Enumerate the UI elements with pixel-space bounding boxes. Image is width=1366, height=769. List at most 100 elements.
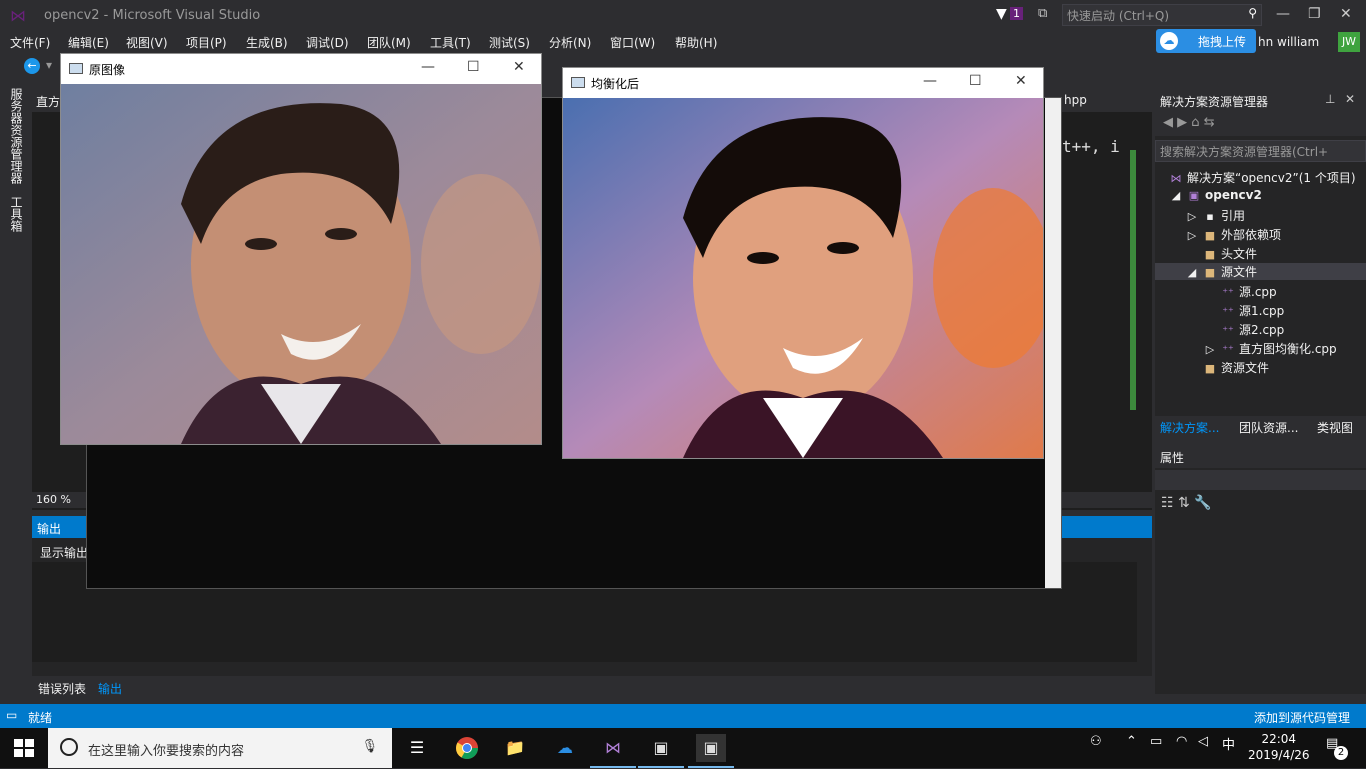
visual-studio-icon[interactable]: ⋈ [590,734,636,768]
people-icon[interactable]: ⚇ [1090,734,1102,749]
close-icon[interactable]: ✕ [1345,92,1355,106]
back-icon[interactable]: ◀ [1163,115,1173,130]
upload-label: 拖拽上传 [1198,35,1247,49]
baidu-netdisk-icon[interactable]: ☁ [550,734,580,762]
chevron-up-icon[interactable]: ⌃ [1126,734,1137,749]
quick-launch-input[interactable]: 快速启动 (Ctrl+Q) ⚲ [1062,4,1262,26]
chevron-down-icon[interactable]: ▾ [46,58,52,72]
feedback-icon[interactable]: ⧉ [1038,6,1047,21]
menu-edit[interactable]: 编辑(E) [68,34,109,51]
clock[interactable]: 22:04 2019/4/26 [1248,731,1310,763]
back-icon[interactable]: ← [24,58,40,74]
menu-test[interactable]: 测试(S) [489,34,530,51]
filter-icon[interactable]: ▼ [996,6,1007,22]
notification-badge[interactable]: 1 [1010,7,1023,20]
tab-solution-explorer[interactable]: 解决方案... [1160,419,1219,436]
taskbar-search-box[interactable]: 在这里输入你要搜索的内容 🎙 [48,728,392,768]
tab-team-explorer[interactable]: 团队资源... [1239,419,1298,436]
tab-output[interactable]: 输出 [98,680,122,697]
editor-tab-hpp[interactable]: hpp [1064,93,1087,107]
menu-team[interactable]: 团队(M) [367,34,411,51]
solution-search-input[interactable]: 搜索解决方案资源管理器(Ctrl+ [1155,140,1366,162]
menu-project[interactable]: 项目(P) [186,34,227,51]
tree-label: 直方图均衡化.cpp [1239,342,1337,356]
tab-error-list[interactable]: 错误列表 [38,680,86,697]
menu-analyze[interactable]: 分析(N) [549,34,591,51]
original-window-titlebar[interactable]: 原图像 — ☐ ✕ [61,54,541,84]
tree-item-file[interactable]: ⁺⁺ 源2.cpp [1221,321,1284,338]
close-button[interactable]: ✕ [1340,6,1352,22]
collapse-icon[interactable]: ▷ [1185,210,1199,223]
chrome-icon[interactable] [452,734,482,762]
menu-view[interactable]: 视图(V) [126,34,168,51]
equalized-photo [563,98,1043,458]
tab-class-view[interactable]: 类视图 [1317,419,1353,436]
cortana-icon [60,738,78,756]
expand-icon[interactable]: ◢ [1185,266,1199,279]
tree-item-references[interactable]: ▷ ▪ 引用 [1185,207,1245,224]
close-button[interactable]: ✕ [1015,73,1027,89]
collapse-icon[interactable]: ▷ [1203,343,1217,356]
tree-item-solution[interactable]: ⋈ 解决方案“opencv2”(1 个项目) [1169,169,1356,186]
folder-icon: ■ [1204,362,1216,375]
tree-item-file[interactable]: ▷ ⁺⁺ 直方图均衡化.cpp [1203,340,1337,357]
opencv-window-icon[interactable]: ▣ [638,734,684,768]
file-explorer-icon[interactable]: 📁 [500,734,530,762]
vertical-scrollbar[interactable] [1045,98,1061,588]
wifi-icon[interactable]: ◠ [1176,734,1187,749]
categorized-icon[interactable]: ☷ [1161,495,1174,511]
minimize-button[interactable]: — [421,59,435,75]
forward-icon[interactable]: ▶ [1177,115,1187,130]
tree-item-file[interactable]: ⁺⁺ 源.cpp [1221,283,1276,300]
menu-build[interactable]: 生成(B) [246,34,288,51]
opencv-window-icon[interactable]: ▣ [688,734,734,768]
original-image-window[interactable]: 原图像 — ☐ ✕ [60,53,542,445]
maximize-button[interactable]: ☐ [467,59,480,75]
upload-button[interactable]: ☁ 拖拽上传 [1156,29,1256,53]
task-view-icon[interactable]: ☰ [402,734,432,762]
equalized-image-window[interactable]: 均衡化后 — ☐ ✕ [562,67,1044,459]
avatar[interactable]: JW [1338,32,1360,52]
solution-explorer-tabs: 解决方案... 团队资源... 类视图 [1155,416,1366,438]
minimize-button[interactable]: — [923,73,937,89]
toolbox-tab[interactable]: 工具箱 [8,196,25,232]
menu-file[interactable]: 文件(F) [10,34,50,51]
tree-item-file[interactable]: ⁺⁺ 源1.cpp [1221,302,1284,319]
tree-item-external-deps[interactable]: ▷ ■ 外部依赖项 [1185,226,1281,243]
microphone-icon[interactable]: 🎙 [361,739,378,754]
menu-help[interactable]: 帮助(H) [675,34,717,51]
collapse-icon[interactable]: ▷ [1185,229,1199,242]
menu-window[interactable]: 窗口(W) [610,34,655,51]
title-bar: ⋈ opencv2 - Microsoft Visual Studio ▼ 1 … [0,0,1366,32]
tree-item-resource-files[interactable]: ■ 资源文件 [1203,359,1269,376]
equalized-window-titlebar[interactable]: 均衡化后 — ☐ ✕ [563,68,1043,98]
close-button[interactable]: ✕ [513,59,525,75]
alphabetical-icon[interactable]: ⇅ [1178,495,1190,511]
wrench-icon[interactable]: 🔧 [1194,495,1211,511]
home-icon[interactable]: ⌂ [1191,115,1199,130]
tree-label: 资源文件 [1221,361,1270,375]
properties-object-select[interactable] [1155,470,1366,490]
minimize-button[interactable]: — [1276,6,1290,22]
volume-icon[interactable]: ◁ [1198,734,1208,749]
editor-tab-label[interactable]: 直方 [36,93,60,110]
battery-icon[interactable]: ▭ [1150,734,1162,749]
tree-label: 头文件 [1221,247,1258,261]
expand-icon[interactable]: ◢ [1169,189,1183,202]
zoom-level[interactable]: 160 % [36,493,71,506]
user-name[interactable]: hn william [1258,35,1319,49]
ime-indicator[interactable]: 中 [1222,734,1235,753]
windows-start-icon[interactable] [14,739,34,757]
add-to-source-control[interactable]: 添加到源代码管理 [1254,709,1350,726]
maximize-button[interactable]: ❐ [1308,6,1321,22]
maximize-button[interactable]: ☐ [969,73,982,89]
menu-debug[interactable]: 调试(D) [306,34,349,51]
pin-icon[interactable]: ⊥ [1325,92,1335,106]
sync-icon[interactable]: ⇆ [1204,115,1215,130]
menu-tools[interactable]: 工具(T) [430,34,471,51]
server-explorer-tab[interactable]: 服务器资源管理器 [8,88,25,184]
tree-item-project[interactable]: ◢ ▣ opencv2 [1169,188,1262,202]
window-icon [69,63,83,74]
tree-item-header-files[interactable]: ■ 头文件 [1203,245,1257,262]
tree-item-source-files[interactable]: ◢ ■ 源文件 [1155,263,1366,280]
